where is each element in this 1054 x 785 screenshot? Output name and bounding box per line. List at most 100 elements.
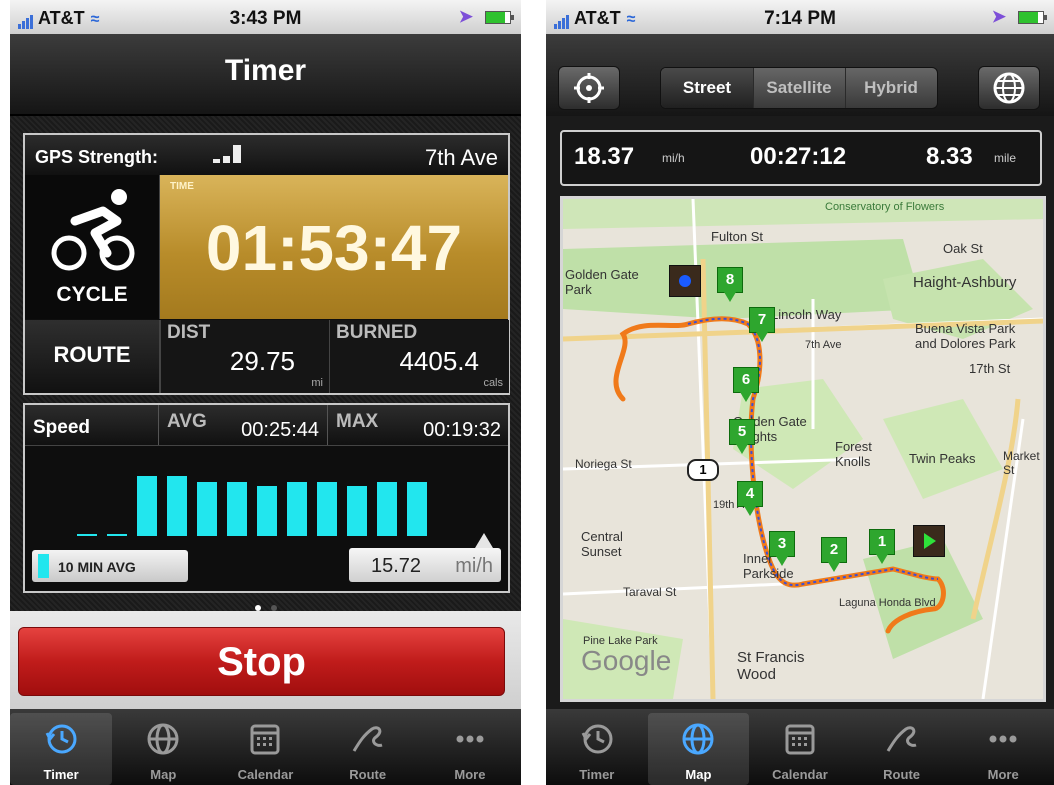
tab-timer[interactable]: Timer (10, 713, 113, 785)
tab-map[interactable]: Map (647, 713, 750, 785)
route-marker[interactable]: 6 (733, 367, 759, 402)
map-label: Haight-Ashbury (913, 274, 1017, 291)
locate-me-button[interactable] (558, 66, 620, 110)
tab-label: More (987, 767, 1019, 782)
location-arrow-icon: ➤ (991, 7, 1006, 26)
activity-type-button[interactable]: CYCLE (25, 175, 160, 319)
nav-bar: Timer (10, 34, 521, 116)
avg-value: 00:25:44 (241, 419, 319, 441)
map-label: Market St (1003, 449, 1040, 477)
max-value: 00:19:32 (423, 419, 501, 441)
route-marker[interactable]: 5 (729, 419, 755, 454)
current-speed-pointer (475, 533, 493, 548)
location-arrow-icon: ➤ (458, 7, 473, 26)
route-marker[interactable]: 4 (737, 481, 763, 516)
ten-min-avg-label: 10 MIN AVG (58, 559, 136, 575)
route-marker[interactable]: 2 (821, 537, 847, 572)
cyclist-icon (51, 189, 135, 271)
tab-map[interactable]: Map (112, 713, 214, 785)
tab-label: Timer (43, 767, 79, 782)
map-type-satellite[interactable]: Satellite (753, 68, 846, 108)
route-map[interactable]: Fulton St Conservatory of Flowers Oak St… (560, 196, 1046, 702)
gps-signal-icon (213, 145, 244, 163)
battery-icon (1018, 11, 1047, 24)
stop-button[interactable]: Stop (18, 627, 505, 696)
speed-bar (407, 482, 427, 536)
distance-unit: mi (311, 377, 323, 389)
tab-calendar[interactable]: Calendar (749, 713, 851, 785)
speed-value: 18.37 (574, 143, 635, 170)
burned-stat: BURNED 4405.4 cals (329, 320, 509, 393)
avg-legend-swatch (38, 554, 49, 578)
tab-label: Map (150, 767, 177, 782)
map-label: St Francis Wood (737, 649, 805, 683)
status-bar: AT&T ≈ 3:43 PM ➤ (10, 0, 521, 34)
map-label: Conservatory of Flowers (825, 201, 945, 213)
speed-bar (317, 482, 337, 536)
map-type-segmented-control: Street Satellite Hybrid (660, 67, 938, 109)
map-label: Golden Gate Park (565, 267, 639, 297)
activity-label: CYCLE (56, 283, 128, 306)
speed-bar (257, 486, 277, 536)
gps-label: GPS Strength: (35, 147, 159, 167)
map-toolbar: Street Satellite Hybrid (546, 34, 1054, 116)
globe-icon (678, 721, 718, 757)
map-label: Laguna Honda Blvd (839, 597, 936, 609)
max-label: MAX (336, 411, 379, 432)
tab-route[interactable]: Route (317, 713, 419, 785)
map-label: Taraval St (623, 585, 677, 599)
route-marker[interactable]: 7 (749, 307, 775, 342)
speed-unit: mi/h (662, 151, 685, 165)
tab-more[interactable]: More (419, 713, 521, 785)
speed-bar (347, 486, 367, 536)
map-label: 7th Ave (805, 339, 842, 351)
map-label: Forest Knolls (835, 439, 872, 469)
start-pin[interactable] (669, 265, 701, 297)
globe-icon (993, 72, 1025, 104)
finish-pin[interactable] (913, 525, 945, 557)
map-screen: AT&T≈ 7:14 PM ➤ Street Satellite Hybrid (546, 0, 1054, 785)
route-icon (348, 721, 388, 757)
tab-label: Calendar (772, 767, 828, 782)
map-type-street[interactable]: Street (661, 68, 754, 108)
burned-value: 4405.4 (399, 346, 479, 376)
battery-icon (485, 11, 514, 24)
tab-label: More (454, 767, 486, 782)
status-bar: AT&T ≈ 7:14 PM ➤ (546, 0, 1054, 34)
map-label: Oak St (943, 241, 983, 256)
ten-min-avg-button[interactable]: 10 MIN AVG (32, 550, 188, 582)
speed-bar (167, 476, 187, 536)
avg-label: AVG (167, 411, 207, 432)
google-logo: Google (581, 645, 672, 676)
map-label: Twin Peaks (909, 451, 976, 466)
route-marker[interactable]: 1 (869, 529, 895, 564)
speed-bar (227, 482, 247, 536)
burned-label: BURNED (336, 322, 418, 343)
speed-bar (377, 482, 397, 536)
tab-label: Map (685, 767, 712, 782)
more-icon (450, 721, 490, 757)
tab-route[interactable]: Route (851, 713, 953, 785)
route-button[interactable]: ROUTE (25, 320, 160, 393)
elapsed-time: 01:53:47 (205, 212, 463, 284)
speed-header: Speed AVG 00:25:44 MAX 00:19:32 (25, 405, 508, 446)
tab-label: Timer (579, 767, 615, 782)
distance-value: 29.75 (229, 346, 295, 376)
map-label: 17th St (969, 361, 1011, 376)
street-name: 7th Ave (425, 145, 498, 170)
gps-row: GPS Strength: 7th Ave (25, 135, 508, 176)
current-speed-unit: mi/h (455, 555, 493, 577)
route-marker[interactable]: 8 (717, 267, 743, 302)
speed-bar (137, 476, 157, 536)
route-marker[interactable]: 3 (769, 531, 795, 566)
tab-more[interactable]: More (952, 713, 1054, 785)
globe-button[interactable] (978, 66, 1040, 110)
tab-calendar[interactable]: Calendar (214, 713, 316, 785)
calendar-icon (780, 721, 820, 757)
speed-label: Speed (33, 417, 91, 438)
stats-panel: GPS Strength: 7th Ave CYCLE TIME 01:53:4… (23, 133, 510, 395)
stop-button-label: Stop (217, 640, 306, 684)
map-type-hybrid[interactable]: Hybrid (845, 68, 937, 108)
tab-timer[interactable]: Timer (546, 713, 648, 785)
speed-bar (107, 534, 127, 536)
